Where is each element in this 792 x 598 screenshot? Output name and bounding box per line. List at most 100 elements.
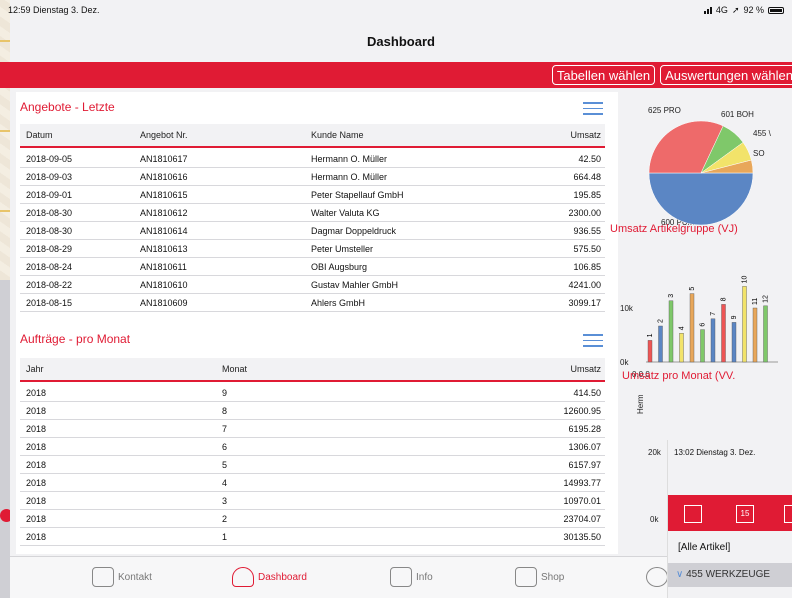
pie-chart-title: Umsatz Artikelgruppe (VJ)	[610, 223, 738, 235]
table-row[interactable]: 2018 3 10970.01	[20, 492, 605, 510]
status-time-date: 12:59 Dienstag 3. Dez.	[8, 5, 100, 15]
table-row[interactable]: 2018 7 6195.28	[20, 420, 605, 438]
table-row[interactable]: 2018 4 14993.77	[20, 474, 605, 492]
calendar-icon[interactable]: 15	[736, 505, 754, 523]
table-row[interactable]: 2018-08-22 AN1810610 Gustav Mahler GmbH 424…	[20, 276, 605, 294]
chevron-down-icon: ∨	[676, 569, 684, 580]
col-header-date[interactable]: Datum	[26, 130, 53, 140]
table-row[interactable]: 2018-09-05 AN1810617 Hermann O. Müller 42.5…	[20, 150, 605, 168]
bar-month-9[interactable]	[731, 322, 737, 363]
table-cell: Ahlers GmbH	[311, 297, 366, 308]
table-cell: Peter Stapellauf GmbH	[311, 189, 404, 200]
bar-month-11[interactable]	[752, 307, 758, 363]
table-cell: 8	[222, 405, 228, 416]
table-row[interactable]: 2018-09-01 AN1810615 Peter Stapellauf GmbH…	[20, 186, 605, 204]
table-row[interactable]: 2018-08-29 AN1810613 Peter Umsteller 575.50	[20, 240, 605, 258]
barcode-icon[interactable]	[784, 505, 792, 523]
bar-month-4[interactable]	[679, 332, 684, 363]
table-row[interactable]: 2018 1 30135.50	[20, 528, 605, 546]
table-cell: 2018	[26, 423, 47, 434]
bar-label: 10	[742, 276, 749, 284]
col-header-offer-no[interactable]: Angebot Nr.	[140, 130, 188, 140]
bar-label: 7	[710, 312, 717, 316]
bar-label: 8	[721, 297, 728, 301]
bar-label: 3	[668, 294, 675, 298]
share-icon[interactable]	[684, 505, 702, 523]
bar-month-12[interactable]	[763, 305, 768, 363]
table-cell: 2018-08-30	[26, 207, 73, 218]
select-tables-button[interactable]: Tabellen wählen	[551, 65, 656, 85]
bar-label: 1	[647, 333, 654, 337]
table-cell: 14993.77	[563, 477, 601, 488]
table-cell: 2018-08-30	[26, 225, 73, 236]
table-row[interactable]: 2018 5 6157.97	[20, 456, 605, 474]
item-group-row[interactable]: ∨ 455 WERKZEUGE	[668, 563, 792, 587]
tab-info[interactable]: Info	[390, 567, 433, 587]
table-cell: 2018	[26, 495, 47, 506]
person-icon	[92, 567, 114, 587]
orders-menu-icon[interactable]	[583, 334, 603, 348]
table-cell: 2018	[26, 441, 47, 452]
table-cell: 9	[222, 387, 228, 398]
table-row[interactable]: 2018 2 23704.07	[20, 510, 605, 528]
col-header-month[interactable]: Monat	[222, 364, 247, 374]
table-cell: Hermann O. Müller	[311, 171, 388, 182]
bar-month-1[interactable]	[647, 340, 653, 363]
table-cell: 6195.28	[568, 423, 601, 434]
table-row[interactable]: 2018 6 1306.07	[20, 438, 605, 456]
select-evaluations-button[interactable]: Auswertungen wählen	[660, 65, 792, 85]
monthly-bar-chart[interactable]: 1234567891011 12	[638, 262, 782, 366]
table-cell: AN1810615	[140, 189, 188, 200]
bar-label: 4	[679, 326, 686, 330]
table-cell: 2018	[26, 459, 47, 470]
offers-table-header: Datum Angebot Nr. Kunde Name Umsatz	[20, 124, 605, 148]
tab-dashboard[interactable]: Dashboard	[232, 567, 307, 587]
table-cell: 7	[222, 423, 228, 434]
location-icon: ➚	[731, 4, 740, 15]
table-row[interactable]: 2018-08-30 AN1810612 Walter Valuta KG 2300.…	[20, 204, 605, 222]
bar-month-3[interactable]	[668, 300, 674, 363]
table-cell: 664.48	[573, 171, 601, 182]
tab-more[interactable]	[646, 567, 668, 587]
table-row[interactable]: 2018-09-03 AN1810616 Hermann O. Müller 664.…	[20, 168, 605, 186]
bar-month-10[interactable]	[742, 286, 747, 363]
table-cell: 936.55	[573, 225, 601, 236]
bar-month-5[interactable]	[689, 293, 695, 363]
table-row[interactable]: 2018 8 12600.95	[20, 402, 605, 420]
item-group-label: 455 WERKZEUGE	[686, 569, 771, 580]
table-cell: 12600.95	[563, 405, 601, 416]
bar-month-8[interactable]	[721, 304, 726, 363]
tab-dashboard-label: Dashboard	[258, 571, 307, 583]
table-cell: Walter Valuta KG	[311, 207, 380, 218]
table-row[interactable]: 2018 9 414.50	[20, 384, 605, 402]
table-cell: 2018-09-03	[26, 171, 73, 182]
tab-contact[interactable]: Kontakt	[92, 567, 152, 587]
bar-month-2[interactable]	[658, 325, 663, 363]
table-cell: 30135.50	[563, 531, 601, 542]
table-cell: 2018-08-24	[26, 261, 73, 272]
col-header-revenue[interactable]: Umsatz	[570, 130, 601, 140]
offers-menu-icon[interactable]	[583, 102, 603, 116]
all-items-filter[interactable]: [Alle Artikel]	[678, 542, 730, 553]
table-cell: 414.50	[573, 387, 601, 398]
revenue-pie-chart[interactable]	[646, 118, 756, 228]
col-header-order-revenue[interactable]: Umsatz	[570, 364, 601, 374]
table-cell: 2018	[26, 477, 47, 488]
battery-percent: 92 %	[743, 5, 764, 15]
pie-slice[interactable]	[648, 172, 754, 226]
tab-shop[interactable]: Shop	[515, 567, 564, 587]
table-cell: 2018-09-01	[26, 189, 73, 200]
col-header-year[interactable]: Jahr	[26, 364, 44, 374]
page-title: Dashboard	[367, 34, 435, 49]
table-cell: 1306.07	[568, 441, 601, 452]
col-header-customer[interactable]: Kunde Name	[311, 130, 364, 140]
table-row[interactable]: 2018-08-15 AN1810609 Ahlers GmbH 3099.17	[20, 294, 605, 312]
table-row[interactable]: 2018-08-24 AN1810611 OBI Augsburg 106.85	[20, 258, 605, 276]
table-row[interactable]: 2018-08-30 AN1810614 Dagmar Doppeldruck 936…	[20, 222, 605, 240]
third-y-tick-0k: 0k	[650, 515, 659, 524]
table-cell: 195.85	[573, 189, 601, 200]
bar-month-6[interactable]	[700, 329, 705, 363]
chart-icon	[390, 567, 412, 587]
bar-month-7[interactable]	[710, 318, 716, 363]
table-cell: 23704.07	[563, 513, 601, 524]
